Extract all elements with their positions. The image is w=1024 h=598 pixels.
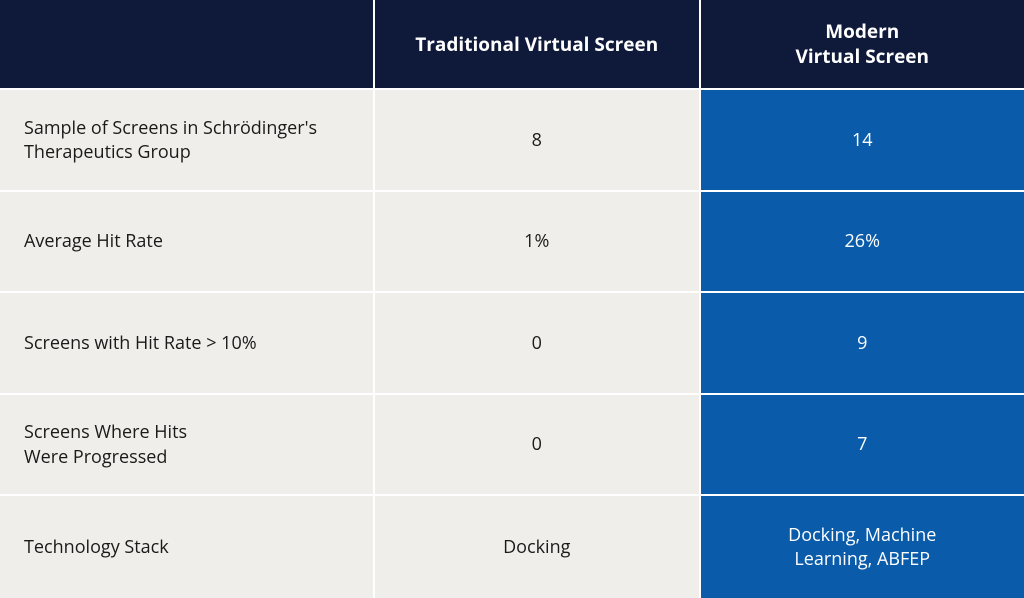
header-traditional: Traditional Virtual Screen	[375, 0, 701, 90]
table-row: Sample of Screens in Schrödinger's Thera…	[0, 90, 1024, 192]
row-traditional-value: 8	[532, 128, 542, 152]
row-modern-value: 26%	[845, 229, 880, 253]
row-modern-value: Docking, Machine Learning, ABFEP	[788, 523, 936, 572]
header-modern: Modern Virtual Screen	[701, 0, 1024, 90]
row-label: Screens with Hit Rate > 10%	[24, 331, 257, 355]
header-modern-text: Modern Virtual Screen	[795, 19, 929, 68]
table-header-row: Traditional Virtual Screen Modern Virtua…	[0, 0, 1024, 90]
row-traditional-cell: 0	[375, 395, 701, 497]
row-modern-value: 9	[857, 331, 867, 355]
header-corner-cell	[0, 0, 375, 90]
table-row: Average Hit Rate 1% 26%	[0, 192, 1024, 294]
table-row: Technology Stack Docking Docking, Machin…	[0, 496, 1024, 598]
table-row: Screens Where Hits Were Progressed 0 7	[0, 395, 1024, 497]
comparison-table: Traditional Virtual Screen Modern Virtua…	[0, 0, 1024, 598]
row-label: Screens Where Hits Were Progressed	[24, 420, 187, 469]
row-traditional-cell: Docking	[375, 496, 701, 598]
row-modern-cell: Docking, Machine Learning, ABFEP	[701, 496, 1024, 598]
row-label: Average Hit Rate	[24, 229, 163, 253]
row-traditional-value: 1%	[524, 229, 549, 253]
row-modern-cell: 7	[701, 395, 1024, 497]
row-label-cell: Technology Stack	[0, 496, 375, 598]
row-modern-cell: 9	[701, 293, 1024, 395]
row-traditional-cell: 1%	[375, 192, 701, 294]
header-traditional-text: Traditional Virtual Screen	[415, 32, 658, 57]
row-label-cell: Screens with Hit Rate > 10%	[0, 293, 375, 395]
row-label-cell: Average Hit Rate	[0, 192, 375, 294]
row-label-cell: Screens Where Hits Were Progressed	[0, 395, 375, 497]
row-label: Technology Stack	[24, 535, 169, 559]
row-traditional-cell: 0	[375, 293, 701, 395]
row-modern-cell: 14	[701, 90, 1024, 192]
row-traditional-value: Docking	[503, 535, 570, 559]
row-traditional-cell: 8	[375, 90, 701, 192]
row-modern-value: 14	[852, 128, 873, 152]
table-row: Screens with Hit Rate > 10% 0 9	[0, 293, 1024, 395]
row-modern-value: 7	[857, 432, 867, 456]
row-label-cell: Sample of Screens in Schrödinger's Thera…	[0, 90, 375, 192]
row-label: Sample of Screens in Schrödinger's Thera…	[24, 116, 349, 165]
row-traditional-value: 0	[532, 331, 542, 355]
row-modern-cell: 26%	[701, 192, 1024, 294]
row-traditional-value: 0	[532, 432, 542, 456]
